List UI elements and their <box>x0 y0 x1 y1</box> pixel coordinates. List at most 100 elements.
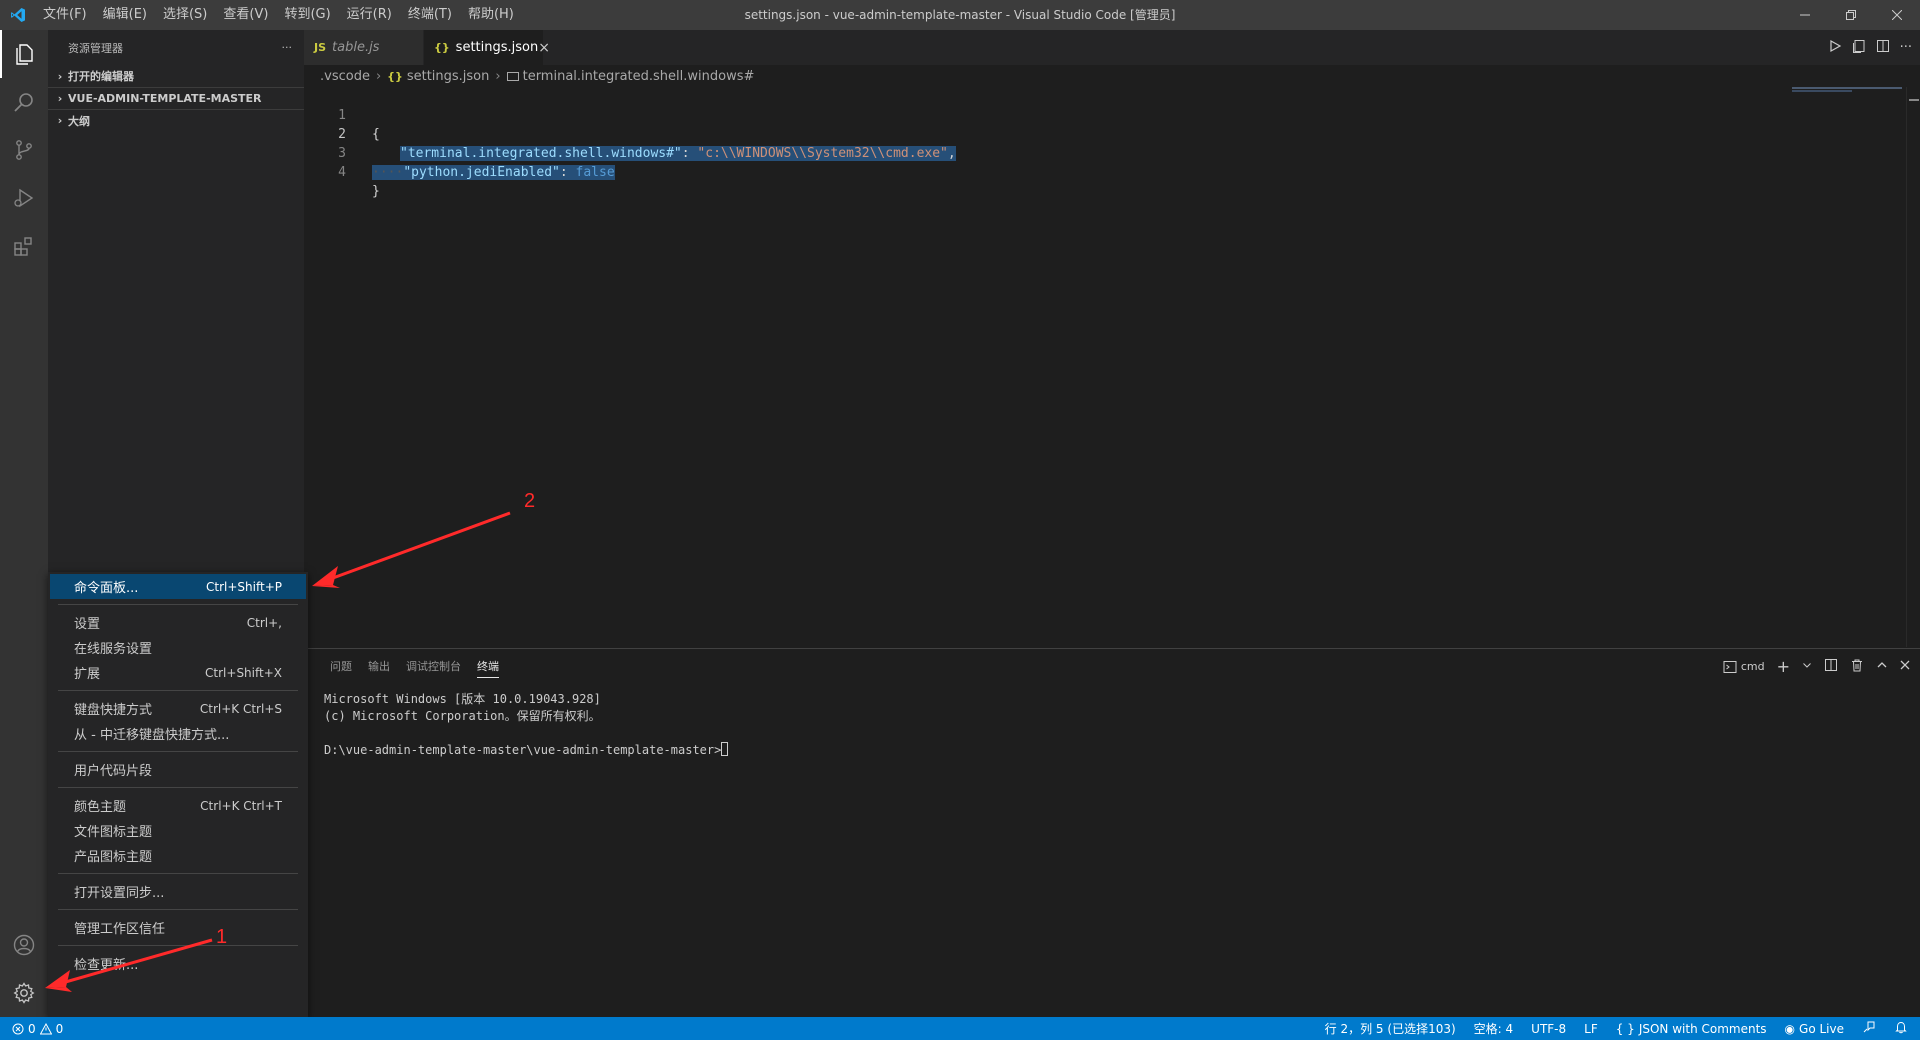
code-line: 2 "terminal.integrated.shell.windows#": … <box>304 106 1904 161</box>
menu-item-label: 检查更新... <box>74 958 139 973</box>
status-bar: 0 0 行 2，列 5 (已选择103) 空格: 4 UTF-8 LF { } J… <box>0 1017 1920 1040</box>
chevron-down-icon[interactable] <box>1802 660 1812 673</box>
minimize-button[interactable] <box>1782 0 1828 30</box>
symbol-icon <box>506 71 519 81</box>
close-panel-icon[interactable] <box>1900 660 1910 673</box>
context-menu-item[interactable]: 颜色主题 Ctrl+K Ctrl+T <box>48 793 308 818</box>
explorer-icon[interactable] <box>0 30 48 78</box>
panel-tab[interactable]: 调试控制台 <box>398 649 469 684</box>
terminal-line: Microsoft Windows [版本 10.0.19043.928] <box>324 692 601 706</box>
context-menu-item[interactable]: 检查更新... <box>48 951 308 976</box>
context-menu-item[interactable]: 从 - 中迁移键盘快捷方式... <box>48 721 308 746</box>
section-label: 大纲 <box>68 114 90 128</box>
menu-separator <box>58 604 298 605</box>
editor-scrollbar[interactable] <box>1906 87 1920 647</box>
panel-tab[interactable]: 终端 <box>469 649 507 684</box>
language-label: JSON with Comments <box>1638 1021 1767 1036</box>
json-colon: : <box>559 165 576 180</box>
section-outline[interactable]: › 大纲 <box>48 109 304 131</box>
terminal-icon <box>1723 660 1737 673</box>
accounts-icon[interactable] <box>0 921 48 969</box>
menu-item[interactable]: 终端(T) <box>400 0 460 30</box>
terminal-selector[interactable]: cmd <box>1723 660 1765 674</box>
split-terminal-icon[interactable] <box>1824 658 1838 675</box>
whitespace-marker: ···· <box>372 165 404 180</box>
section-workspace[interactable]: › VUE-ADMIN-TEMPLATE-MASTER <box>48 87 304 109</box>
source-control-icon[interactable] <box>0 126 48 174</box>
section-label: 打开的编辑器 <box>68 70 134 83</box>
breadcrumb-symbol[interactable]: terminal.integrated.shell.windows# <box>523 69 755 84</box>
close-tab-icon[interactable]: × <box>538 40 550 56</box>
menu-item[interactable]: 编辑(E) <box>95 0 155 30</box>
indentation[interactable]: 空格: 4 <box>1474 1020 1514 1037</box>
warning-count: 0 <box>55 1021 64 1036</box>
context-menu-item[interactable]: 键盘快捷方式 Ctrl+K Ctrl+S <box>48 696 308 721</box>
breadcrumb-file[interactable]: settings.json <box>407 69 490 84</box>
code-line: 3 ····"python.jediEnabled": false <box>304 125 1904 180</box>
terminal-output[interactable]: Microsoft Windows [版本 10.0.19043.928] (c… <box>324 691 729 759</box>
tab-settings-json[interactable]: {} settings.json × <box>424 30 550 65</box>
terminal-prompt: D:\vue-admin-template-master\vue-admin-t… <box>324 743 722 757</box>
restore-button[interactable] <box>1828 0 1874 30</box>
bottom-panel: 问题 输出 调试控制台 终端 cmd + Microsoft Windows [版本 … <box>304 648 1920 1017</box>
chevron-right-icon: › <box>57 114 63 127</box>
maximize-panel-icon[interactable] <box>1876 659 1888 674</box>
context-menu-item[interactable]: 产品图标主题 <box>48 843 308 868</box>
tab-table-js[interactable]: JS table.js <box>304 30 424 65</box>
menu-item-shortcut: Ctrl+, <box>246 615 282 630</box>
context-menu-item[interactable]: 文件图标主题 <box>48 818 308 843</box>
feedback-icon[interactable] <box>1862 1020 1876 1037</box>
code-editor[interactable]: 1 { 2 "terminal.integrated.shell.windows… <box>304 87 1904 647</box>
annotation-label-2: 2 <box>524 490 536 512</box>
minimap[interactable] <box>1792 87 1912 93</box>
menu-separator <box>58 690 298 691</box>
trash-icon[interactable] <box>1850 658 1864 675</box>
new-terminal-icon[interactable]: + <box>1777 657 1790 676</box>
menu-item[interactable]: 选择(S) <box>155 0 215 30</box>
split-editor-icon[interactable] <box>1876 39 1890 57</box>
notifications-bell-icon[interactable] <box>1894 1020 1908 1037</box>
tab-label: table.js <box>332 40 380 55</box>
panel-tab[interactable]: 输出 <box>360 649 398 684</box>
more-actions-icon[interactable]: ··· <box>1900 40 1912 55</box>
menu-item[interactable]: 运行(R) <box>339 0 400 30</box>
menu-item[interactable]: 查看(V) <box>215 0 276 30</box>
breadcrumb-folder[interactable]: .vscode <box>320 69 370 84</box>
more-actions-icon[interactable]: ··· <box>282 41 293 54</box>
context-menu-item[interactable]: 打开设置同步... <box>48 879 308 904</box>
close-window-button[interactable] <box>1874 0 1920 30</box>
context-menu-item[interactable]: 管理工作区信任 <box>48 915 308 940</box>
menu-item[interactable]: 转到(G) <box>276 0 338 30</box>
menu-item-label: 扩展 <box>74 667 101 682</box>
encoding[interactable]: UTF-8 <box>1531 1022 1566 1036</box>
section-open-editors[interactable]: › 打开的编辑器 <box>48 65 304 87</box>
end-of-line[interactable]: LF <box>1584 1022 1598 1036</box>
go-live-button[interactable]: ◉ Go Live <box>1785 1022 1844 1036</box>
breadcrumb: .vscode › {} settings.json › terminal.in… <box>304 65 1920 87</box>
open-settings-icon[interactable] <box>1852 39 1866 57</box>
menu-item-label: 文件图标主题 <box>74 825 153 840</box>
context-menu-item[interactable]: 在线服务设置 <box>48 635 308 660</box>
menu-item[interactable]: 文件(F) <box>35 0 95 30</box>
panel-tabs: 问题 输出 调试控制台 终端 <box>304 649 1920 684</box>
menu-item-label: 设置 <box>74 617 101 632</box>
extensions-icon[interactable] <box>0 222 48 270</box>
menu-item-label: 命令面板... <box>74 581 139 596</box>
cursor-position[interactable]: 行 2，列 5 (已选择103) <box>1325 1020 1456 1037</box>
problems-status[interactable]: 0 0 <box>0 1022 63 1036</box>
search-icon[interactable] <box>0 78 48 126</box>
manage-gear-icon[interactable] <box>0 969 48 1017</box>
context-menu-item[interactable]: 命令面板... Ctrl+Shift+P <box>50 574 306 599</box>
context-menu-item[interactable]: 用户代码片段 <box>48 757 308 782</box>
run-icon[interactable] <box>1828 39 1842 57</box>
language-mode[interactable]: { } JSON with Comments <box>1616 1022 1767 1036</box>
context-menu-item[interactable]: 扩展 Ctrl+Shift+X <box>48 660 308 685</box>
line-number: 4 <box>338 165 346 180</box>
menu-item[interactable]: 帮助(H) <box>460 0 522 30</box>
explorer-title: 资源管理器 <box>68 41 123 55</box>
context-menu-item[interactable]: 设置 Ctrl+, <box>48 610 308 635</box>
panel-tab[interactable]: 问题 <box>322 649 360 684</box>
run-debug-icon[interactable] <box>0 174 48 222</box>
menu-separator <box>58 751 298 752</box>
menu-separator <box>58 945 298 946</box>
